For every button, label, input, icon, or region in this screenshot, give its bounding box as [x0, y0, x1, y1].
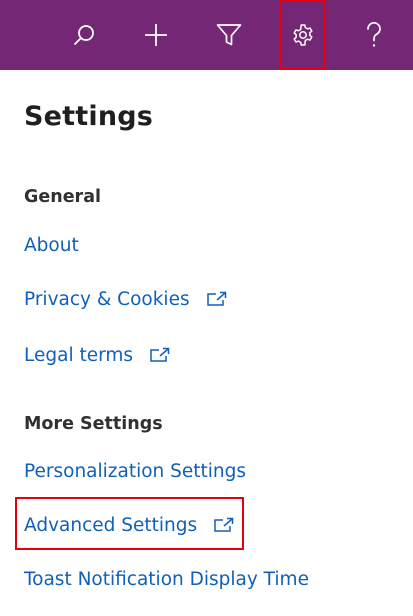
advanced-settings-link[interactable]: Advanced Settings — [24, 512, 235, 538]
toast-notification-display-time-link[interactable]: Toast Notification Display Time — [24, 566, 309, 592]
plus-icon — [145, 24, 167, 46]
external-link-icon — [206, 291, 228, 307]
top-command-bar — [0, 0, 413, 70]
filter-button[interactable] — [201, 0, 257, 70]
section-heading-general: General — [24, 187, 101, 207]
legal-terms-link-label: Legal terms — [24, 344, 134, 366]
external-link-icon — [213, 517, 235, 533]
privacy-cookies-link[interactable]: Privacy & Cookies — [24, 286, 228, 312]
settings-button[interactable] — [280, 0, 326, 70]
help-button[interactable] — [346, 0, 402, 70]
panel-title: Settings — [24, 101, 154, 132]
add-button[interactable] — [128, 0, 184, 70]
personalization-settings-link-label: Personalization Settings — [24, 460, 247, 482]
filter-icon — [216, 24, 242, 46]
advanced-settings-link-label: Advanced Settings — [24, 514, 198, 536]
gear-icon — [293, 24, 313, 46]
section-heading-more-settings: More Settings — [24, 414, 163, 434]
personalization-settings-link[interactable]: Personalization Settings — [24, 458, 246, 484]
question-icon — [367, 22, 381, 47]
search-icon — [74, 25, 94, 45]
search-button[interactable] — [56, 0, 112, 70]
external-link-icon — [149, 347, 171, 363]
legal-terms-link[interactable]: Legal terms — [24, 342, 171, 368]
privacy-cookies-link-label: Privacy & Cookies — [24, 288, 190, 310]
about-link[interactable]: About — [24, 232, 79, 258]
about-link-label: About — [24, 234, 79, 256]
toast-notification-link-label: Toast Notification Display Time — [24, 568, 309, 590]
